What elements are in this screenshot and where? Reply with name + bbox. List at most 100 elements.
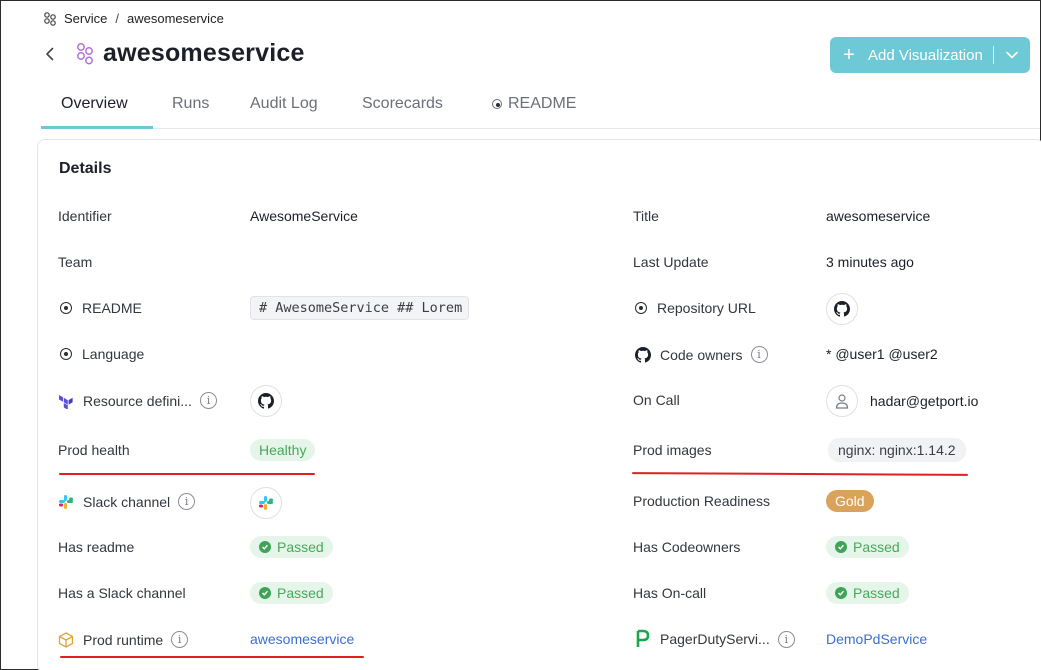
- repository-link-button[interactable]: [826, 293, 858, 325]
- tab-overview[interactable]: Overview: [61, 95, 128, 113]
- tab-bar: Overview Runs Audit Log Scorecards READM…: [41, 83, 1040, 129]
- user-icon: [835, 394, 849, 409]
- repo-url-label: Repository URL: [657, 300, 756, 316]
- language-label-row: Language: [58, 346, 144, 362]
- pagerduty-icon: [636, 629, 650, 647]
- page-header: awesomeservice: [75, 39, 305, 68]
- has-slack-badge: Passed: [250, 582, 333, 604]
- slack-icon: [259, 496, 273, 510]
- code-owners-value: * @user1 @user2: [826, 346, 938, 362]
- tab-readme-label: README: [508, 95, 577, 112]
- slack-label: Slack channel: [83, 493, 171, 510]
- pagerduty-label-row: PagerDutyServi... i: [635, 629, 795, 649]
- on-call-value: hadar@getport.io: [870, 393, 979, 409]
- has-oncall-badge: Passed: [826, 582, 909, 604]
- tab-runs[interactable]: Runs: [172, 95, 209, 113]
- code-owners-label: Code owners: [660, 346, 743, 363]
- blueprint-icon: [44, 11, 56, 26]
- box-icon: [58, 631, 74, 648]
- slack-label-row: Slack channel i: [58, 493, 196, 510]
- info-icon[interactable]: i: [199, 392, 217, 409]
- terraform-icon: [59, 394, 73, 409]
- info-icon[interactable]: i: [171, 631, 189, 648]
- details-panel: Details Identifier AwesomeService Team R…: [37, 139, 1041, 670]
- annotation-underline: [631, 472, 969, 476]
- check-icon: [259, 587, 271, 599]
- check-icon: [835, 587, 847, 599]
- has-oncall-value: Passed: [853, 585, 900, 601]
- resource-label-row: Resource defini... i: [58, 392, 217, 409]
- github-icon: [834, 301, 850, 317]
- prod-runtime-link[interactable]: awesomeservice: [250, 631, 354, 647]
- blueprint-icon: [77, 42, 93, 64]
- target-icon: [635, 302, 647, 314]
- info-icon[interactable]: i: [178, 493, 196, 510]
- has-slack-value: Passed: [277, 585, 324, 601]
- prod-images-badge: nginx: nginx:1.14.2: [828, 438, 966, 462]
- github-icon: [258, 393, 274, 409]
- prod-runtime-label: Prod runtime: [83, 631, 164, 648]
- has-codeowners-badge: Passed: [826, 536, 909, 558]
- slack-icon: [59, 494, 73, 509]
- annotation-underline: [60, 656, 364, 658]
- tab-scorecards[interactable]: Scorecards: [362, 95, 443, 113]
- last-update-label: Last Update: [633, 254, 709, 270]
- chevron-left-icon: [46, 47, 54, 61]
- slack-link-button[interactable]: [250, 487, 282, 519]
- active-tab-indicator: [41, 126, 153, 129]
- identifier-value: AwesomeService: [250, 208, 358, 224]
- plus-icon: +: [843, 43, 855, 66]
- has-codeowners-label: Has Codeowners: [633, 539, 741, 555]
- target-icon: [492, 99, 502, 109]
- breadcrumb-separator: /: [115, 11, 119, 26]
- breadcrumb: Service / awesomeservice: [43, 11, 224, 26]
- github-link-button[interactable]: [250, 385, 282, 417]
- has-readme-badge: Passed: [250, 536, 333, 558]
- team-label: Team: [58, 254, 93, 270]
- github-icon: [635, 346, 651, 363]
- has-codeowners-value: Passed: [853, 539, 900, 555]
- has-slack-label: Has a Slack channel: [58, 585, 186, 601]
- prod-health-badge: Healthy: [250, 439, 316, 461]
- production-readiness-badge: Gold: [826, 490, 874, 512]
- prod-runtime-label-row: Prod runtime i: [58, 631, 189, 648]
- has-oncall-label: Has On-call: [633, 585, 707, 601]
- check-icon: [259, 541, 271, 553]
- on-call-label: On Call: [633, 392, 680, 408]
- title-value: awesomeservice: [826, 208, 931, 224]
- add-visualization-label: Add Visualization: [868, 46, 983, 64]
- prod-health-label: Prod health: [58, 442, 130, 458]
- breadcrumb-current: awesomeservice: [126, 11, 224, 26]
- last-update-value: 3 minutes ago: [826, 254, 914, 270]
- prod-images-label: Prod images: [633, 442, 712, 458]
- add-visualization-button[interactable]: + Add Visualization: [830, 37, 1030, 73]
- readme-label: README: [82, 300, 142, 316]
- language-label: Language: [82, 346, 145, 362]
- details-title: Details: [59, 160, 112, 177]
- chevron-down-icon[interactable]: [994, 51, 1030, 59]
- check-icon: [835, 541, 847, 553]
- repo-url-label-row: Repository URL: [633, 300, 756, 316]
- avatar: [826, 385, 858, 417]
- code-owners-label-row: Code owners i: [635, 346, 768, 363]
- target-icon: [60, 348, 72, 360]
- pagerduty-link[interactable]: DemoPdService: [826, 631, 927, 647]
- resource-label: Resource defini...: [83, 392, 192, 409]
- info-icon[interactable]: i: [777, 630, 795, 648]
- production-readiness-label: Production Readiness: [633, 493, 770, 509]
- readme-label-row: README: [58, 300, 142, 316]
- tab-readme[interactable]: README: [490, 95, 576, 113]
- tab-audit-log[interactable]: Audit Log: [250, 95, 318, 113]
- identifier-label: Identifier: [58, 208, 112, 224]
- back-button[interactable]: [39, 43, 61, 65]
- readme-value[interactable]: # AwesomeService ## Lorem: [250, 296, 469, 320]
- annotation-underline: [59, 473, 315, 475]
- title-label: Title: [633, 208, 659, 224]
- page-title: awesomeservice: [103, 39, 305, 67]
- info-icon[interactable]: i: [750, 346, 768, 363]
- breadcrumb-parent[interactable]: Service: [64, 11, 107, 26]
- pagerduty-label: PagerDutyServi...: [660, 631, 770, 647]
- target-icon: [60, 302, 72, 314]
- has-readme-label: Has readme: [58, 539, 135, 555]
- has-readme-value: Passed: [277, 539, 324, 555]
